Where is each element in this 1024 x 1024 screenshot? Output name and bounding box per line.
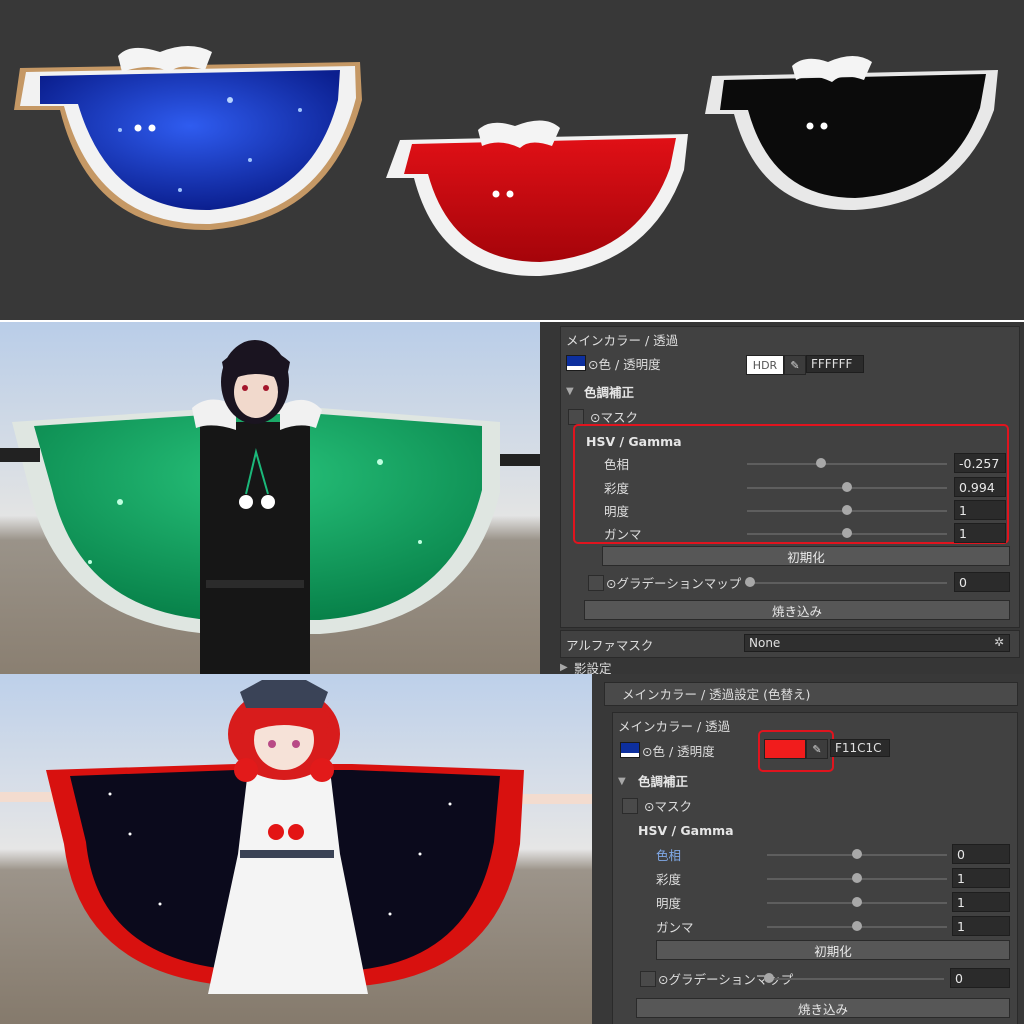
scene-view-female-avatar[interactable] bbox=[0, 674, 592, 1024]
black-cape-image bbox=[705, 56, 998, 211]
hsv-gamma-title: HSV / Gamma bbox=[586, 433, 682, 449]
scene-view-male-avatar[interactable] bbox=[0, 322, 540, 674]
eyedropper-icon[interactable]: ✎ bbox=[784, 355, 806, 375]
color-field-red[interactable] bbox=[764, 739, 806, 759]
texture-swatch[interactable] bbox=[566, 355, 586, 371]
saturation-label: 彩度 bbox=[604, 480, 630, 496]
shadow-settings-label: 影設定 bbox=[574, 660, 612, 675]
brightness-value-field-2[interactable]: 1 bbox=[952, 892, 1010, 912]
hsv-gamma-title-2: HSV / Gamma bbox=[638, 822, 734, 838]
mask-checkbox[interactable] bbox=[568, 409, 584, 425]
foldout-arrow-icon-2[interactable]: ▼ bbox=[618, 776, 626, 787]
brightness-label-2: 明度 bbox=[656, 895, 682, 911]
main-color-settings-title: メインカラー / 透過設定 (色替え) bbox=[622, 686, 811, 702]
gamma-label-2: ガンマ bbox=[656, 919, 694, 935]
color-correction-title: 色調補正 bbox=[584, 384, 635, 400]
saturation-label-2: 彩度 bbox=[656, 871, 682, 887]
main-color-header: メインカラー / 透過 bbox=[566, 332, 679, 348]
gradient-map-value-field[interactable]: 0 bbox=[954, 572, 1010, 592]
hue-label: 色相 bbox=[604, 456, 630, 472]
gradient-map-slider-knob[interactable] bbox=[745, 577, 755, 587]
saturation-slider-knob[interactable] bbox=[842, 482, 852, 492]
hue-slider-knob-2[interactable] bbox=[852, 849, 862, 859]
mask-checkbox-2[interactable] bbox=[622, 798, 638, 814]
gradient-map-label: ⊙グラデーションマップ bbox=[606, 575, 742, 591]
saturation-value-field[interactable]: 0.994 bbox=[954, 477, 1006, 497]
mask-label-2: ⊙マスク bbox=[644, 798, 692, 814]
color-correction-title-2: 色調補正 bbox=[638, 773, 689, 789]
red-cape-image bbox=[386, 120, 688, 277]
brightness-slider-knob-2[interactable] bbox=[852, 897, 862, 907]
brightness-slider-knob[interactable] bbox=[842, 505, 852, 515]
reset-button[interactable]: 初期化 bbox=[602, 546, 1010, 566]
gamma-slider-knob-2[interactable] bbox=[852, 921, 862, 931]
saturation-slider-knob-2[interactable] bbox=[852, 873, 862, 883]
texture-swatch-2[interactable] bbox=[620, 742, 640, 758]
brightness-label: 明度 bbox=[604, 503, 630, 519]
blue-cape-image bbox=[14, 46, 362, 231]
color-alpha-label: ⊙色 / 透明度 bbox=[588, 356, 661, 372]
bake-button-2[interactable]: 焼き込み bbox=[636, 998, 1010, 1018]
alpha-mask-label: アルファマスク bbox=[566, 637, 654, 653]
gamma-slider-knob[interactable] bbox=[842, 528, 852, 538]
bake-button[interactable]: 焼き込み bbox=[584, 600, 1010, 620]
inspector-panel-1: メインカラー / 透過 ⊙色 / 透明度 HDR ✎ FFFFFF ▼ 色調補正… bbox=[540, 322, 1024, 674]
hex-color-input-2[interactable]: F11C1C bbox=[830, 739, 890, 757]
gamma-value-field-2[interactable]: 1 bbox=[952, 916, 1010, 936]
hue-value-field[interactable]: -0.257 bbox=[954, 453, 1006, 473]
gradient-map-value-field-2[interactable]: 0 bbox=[950, 968, 1010, 988]
eyedropper-icon-2[interactable]: ✎ bbox=[806, 739, 828, 759]
hex-color-input[interactable]: FFFFFF bbox=[806, 355, 864, 373]
mask-label: ⊙マスク bbox=[590, 409, 638, 425]
color-alpha-label-2: ⊙色 / 透明度 bbox=[642, 743, 715, 759]
hue-value-field-2[interactable]: 0 bbox=[952, 844, 1010, 864]
main-color-header-2: メインカラー / 透過 bbox=[618, 718, 731, 734]
cape-preview-strip bbox=[0, 0, 1024, 320]
hue-label-2: 色相 bbox=[656, 847, 682, 863]
gradient-map-slider-track-2[interactable] bbox=[764, 978, 944, 980]
gradient-map-slider-track[interactable] bbox=[745, 582, 947, 584]
brightness-value-field[interactable]: 1 bbox=[954, 500, 1006, 520]
hue-slider-track[interactable] bbox=[747, 463, 947, 465]
alpha-mask-field[interactable]: None bbox=[744, 634, 1010, 652]
hdr-color-field[interactable]: HDR bbox=[746, 355, 784, 375]
gamma-value-field[interactable]: 1 bbox=[954, 523, 1006, 543]
hue-slider-knob[interactable] bbox=[816, 458, 826, 468]
gradient-map-slider-knob-2[interactable] bbox=[764, 973, 774, 983]
settings-gear-icon[interactable]: ✲ bbox=[994, 635, 1004, 649]
gradient-map-checkbox-2[interactable] bbox=[640, 971, 656, 987]
saturation-value-field-2[interactable]: 1 bbox=[952, 868, 1010, 888]
foldout-arrow-icon[interactable]: ▼ bbox=[566, 386, 574, 397]
gradient-map-checkbox[interactable] bbox=[588, 575, 604, 591]
inspector-panel-2: ▼ メインカラー / 透過設定 (色替え) メインカラー / 透過 ⊙色 / 透… bbox=[592, 674, 1024, 1024]
gamma-label: ガンマ bbox=[604, 526, 642, 542]
reset-button-2[interactable]: 初期化 bbox=[656, 940, 1010, 960]
shadow-foldout-arrow-icon[interactable]: ▶ bbox=[560, 662, 568, 673]
